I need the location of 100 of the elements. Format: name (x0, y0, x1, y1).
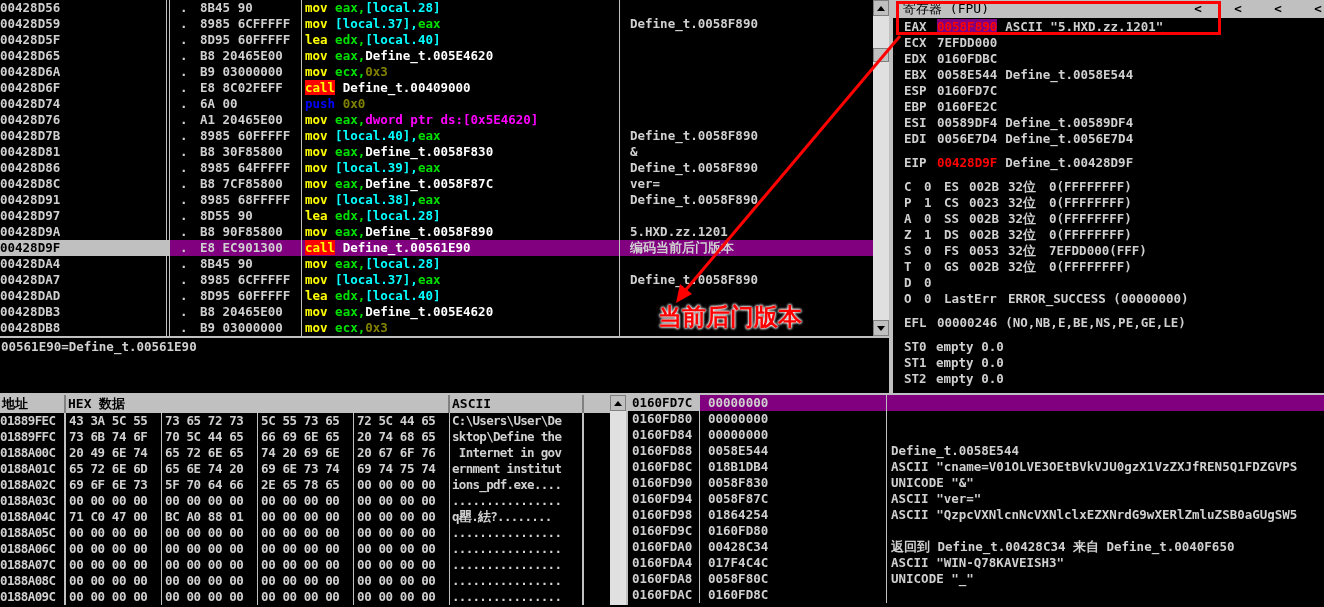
scrollbar[interactable] (610, 395, 626, 605)
address-cell: 00428D76 (0, 112, 61, 127)
segment-base: 0(FFFFFFFF) (1049, 195, 1132, 211)
comment-text: Define_t.0058F890 (630, 128, 758, 143)
hex-bytes: 00 00 00 00 (165, 525, 244, 540)
hex-bytes: 00 00 00 00 (261, 525, 340, 540)
collapse-button[interactable]: < (1191, 0, 1205, 18)
ascii-text: q罌.紶?........ (452, 509, 552, 524)
flag-value[interactable]: 0 (924, 259, 944, 275)
flag-value[interactable]: 1 (924, 195, 944, 211)
annotation-label: 当前后门版本 (658, 303, 802, 331)
hex-bytes: 20 74 68 65 (357, 429, 436, 444)
hex-bytes: B8 90F85800 (200, 224, 283, 240)
register-value[interactable]: 0056E7D4 (937, 131, 998, 147)
flag-value[interactable]: 0 (924, 211, 944, 227)
ascii-text: ................ (452, 525, 562, 540)
register-value[interactable]: 0160FD7C (937, 83, 998, 99)
scroll-up-button[interactable] (610, 395, 626, 411)
address-cell: 0160FD88 (632, 443, 693, 458)
register-value[interactable]: 0058E544 (937, 67, 998, 83)
hex-bytes: 5F 70 64 66 (165, 477, 244, 492)
row-marker: . (179, 160, 189, 176)
address-cell: 0188A03C (0, 493, 56, 508)
instruction-text: push 0x0 (305, 96, 366, 111)
lasterr-value: ERROR_SUCCESS (00000000) (1008, 291, 1189, 307)
up-arrow-icon (614, 400, 622, 406)
ascii-text: Internet in gov (457, 445, 562, 460)
flag-value[interactable]: 0 (924, 275, 944, 291)
address-cell: 00428D97 (0, 208, 61, 223)
collapse-button[interactable]: < (1271, 0, 1285, 18)
row-marker: . (179, 224, 189, 240)
row-marker: . (179, 96, 189, 112)
flag-value[interactable]: 0 (924, 179, 944, 195)
address-cell: 0188A08C (0, 573, 56, 588)
instruction-text: lea edx,[local.40] (305, 288, 441, 303)
comment-text: 返回到 Define_t.00428C34 来自 Define_t.0040F650 (891, 539, 1235, 554)
hex-bytes: 00 00 00 00 (261, 589, 340, 604)
address-cell: 0160FD80 (632, 411, 693, 426)
comment-text: Define_t.0058F890 (630, 192, 758, 207)
flag-name: C (904, 179, 913, 195)
instruction-text: mov eax,[local.28] (305, 0, 441, 15)
hex-bytes: 00 00 00 00 (165, 557, 244, 572)
hex-bytes: 00 00 00 00 (261, 493, 340, 508)
register-name: ESI (904, 115, 928, 131)
address-cell: 0160FD8C (632, 459, 693, 474)
collapse-button[interactable]: < (1311, 0, 1324, 18)
ascii-text: sktop\Define the (452, 429, 562, 444)
instruction-text: mov eax,dword ptr ds:[0x5E4620] (305, 112, 539, 127)
row-marker: . (179, 272, 189, 288)
register-comment: Define_t.00428D9F (1005, 155, 1134, 171)
address-cell: 00428D6A (0, 64, 61, 79)
flag-value[interactable]: 0 (924, 291, 944, 307)
segment-bits: 32位 (1008, 179, 1038, 195)
flag-value[interactable]: 1 (924, 227, 944, 243)
address-cell: 00428D9A (0, 224, 61, 239)
address-cell: 00428D59 (0, 16, 61, 31)
address-cell: 0160FDAC (632, 587, 693, 602)
address-cell: 00428D9F (0, 240, 61, 255)
register-comment: Define_t.0058E544 (1005, 67, 1134, 83)
hex-bytes: 00 00 00 00 (357, 541, 436, 556)
register-value[interactable]: 7EFDD000 (937, 35, 998, 51)
stack-value: 0160FD8C (708, 587, 769, 602)
address-cell: 01889FEC (0, 413, 56, 428)
hex-bytes: 74 20 69 6E (261, 445, 340, 460)
address-cell: 0160FD84 (632, 427, 693, 442)
address-cell: 0188A07C (0, 557, 56, 572)
comment-text: ASCII "QzpcVXNlcnNcVXNlclxEZXNrdG9wXERlZmluZSB0aGUgSW5 (891, 507, 1298, 522)
address-cell: 0188A02C (0, 477, 56, 492)
register-value[interactable]: 0160FE2C (937, 99, 998, 115)
flag-value[interactable]: 0 (924, 243, 944, 259)
hex-bytes: 73 65 72 73 (165, 413, 244, 428)
register-value[interactable]: 00428D9F (937, 155, 998, 171)
column-header[interactable]: ASCII (452, 396, 492, 412)
flag-name: O (904, 291, 913, 307)
comment-text: Define_t.0058E544 (891, 443, 1019, 458)
instruction-text: call Define_t.00409000 (305, 80, 471, 95)
scroll-down-button[interactable] (873, 320, 889, 336)
segment-bits: 32位 (1008, 211, 1038, 227)
row-marker: . (179, 0, 189, 16)
comment-text: & (630, 144, 638, 159)
ascii-text: ................ (452, 557, 562, 572)
address-cell: 00428D86 (0, 160, 61, 175)
hex-bytes: 00 00 00 00 (69, 525, 148, 540)
register-value[interactable]: 00589DF4 (937, 115, 998, 131)
register-comment: (NO,NB,E,BE,NS,PE,GE,LE) (1005, 315, 1186, 331)
address-cell: 01889FFC (0, 429, 56, 444)
scroll-up-button[interactable] (873, 0, 889, 16)
register-name: ST1 (904, 355, 928, 371)
column-header[interactable]: 地址 (2, 396, 28, 412)
address-cell: 0160FDA8 (632, 571, 693, 586)
collapse-button[interactable]: < (1231, 0, 1245, 18)
register-value[interactable]: 00000246 (937, 315, 998, 331)
address-cell: 00428D8C (0, 176, 61, 191)
column-header[interactable]: HEX 数据 (68, 396, 126, 412)
scrollbar[interactable] (873, 0, 889, 336)
register-value[interactable]: 0160FDBC (937, 51, 998, 67)
row-marker: . (179, 144, 189, 160)
hex-bytes: E8 8C02FEFF (200, 80, 283, 96)
segment-selector: 002B (969, 259, 1001, 275)
hex-bytes: 00 00 00 00 (357, 525, 436, 540)
